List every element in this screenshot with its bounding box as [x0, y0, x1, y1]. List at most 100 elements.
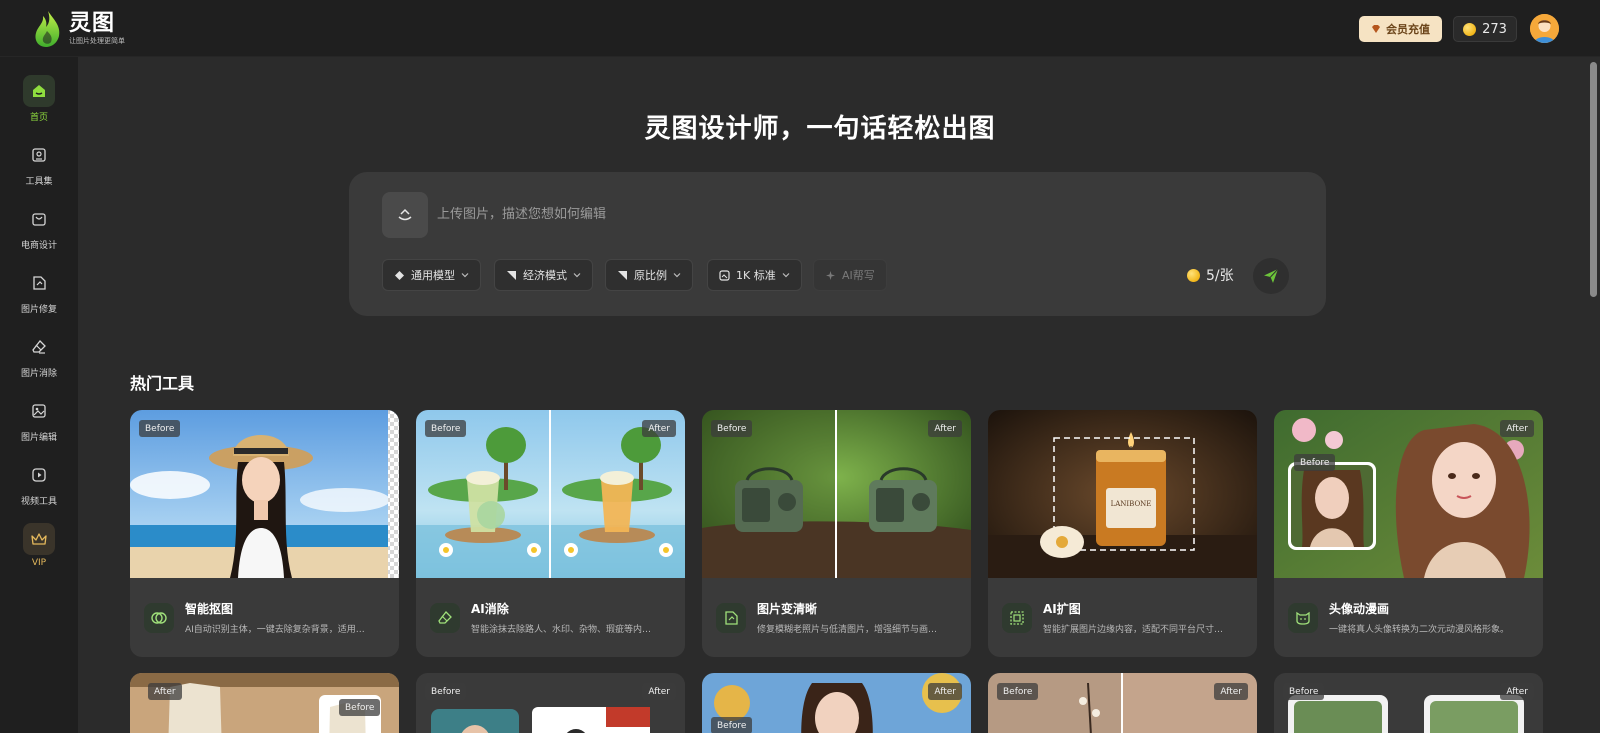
sidebar-item-label: 工具集 — [25, 177, 53, 187]
after-tag: After — [928, 683, 962, 700]
vip-recharge-label: 会员充值 — [1386, 23, 1430, 36]
sidebar-item-label: 图片编辑 — [20, 433, 57, 443]
tool-card-expand[interactable]: LANIBONE AI扩图 智能扩展图片边缘内容，适配不同平台尺寸… — [988, 410, 1257, 657]
sidebar-item-label: VIP — [31, 558, 47, 568]
card-title: 图片变清晰 — [757, 602, 818, 616]
ratio-select-label: 原比例 — [634, 269, 667, 282]
top-header: 灵图 让图片处理更简单 会员充值 273 — [0, 0, 1600, 57]
anime-icon — [1296, 611, 1310, 625]
sidebar-item-label: 图片消除 — [20, 369, 57, 379]
sidebar-item-ecommerce[interactable]: 电商设计 — [0, 203, 78, 263]
home-icon-wrap — [23, 75, 55, 107]
ratio-select[interactable]: 原比例 — [605, 259, 693, 291]
resolution-select[interactable]: 1K 标准 — [707, 259, 802, 291]
tool-card-anime-avatar[interactable]: After Before 头像动漫画 一键将真人头像转换为二次元动漫风格形象。 — [1274, 410, 1543, 657]
chevron-down-icon — [573, 273, 581, 278]
model-select-label: 通用模型 — [411, 269, 455, 282]
section-title-hot-tools: 热门工具 — [130, 374, 195, 393]
sidebar-item-label: 电商设计 — [20, 241, 57, 251]
prompt-panel: 通用模型 经济模式 原比例 1K 标准 AI帮写 5/张 — [349, 172, 1326, 316]
coin-count: 273 — [1482, 21, 1507, 37]
scrollbar-thumb[interactable] — [1590, 62, 1597, 297]
sidebar-item-label: 图片修复 — [20, 305, 57, 315]
mode-select-label: 经济模式 — [523, 269, 567, 282]
tool-card-enhance[interactable]: Before After 图片变清晰 修复模糊老照片与低清图片，增强细节与画… — [702, 410, 971, 657]
sidebar-item-video[interactable]: 视频工具 — [0, 459, 78, 519]
before-tag: Before — [1283, 683, 1325, 700]
card-description: 一键将真人头像转换为二次元动漫风格形象。 — [1329, 625, 1510, 635]
home-icon — [33, 85, 45, 97]
model-select[interactable]: 通用模型 — [382, 259, 481, 291]
mode-select[interactable]: 经济模式 — [494, 259, 593, 291]
crown-icon — [31, 533, 47, 545]
vip-recharge-button[interactable]: 会员充值 — [1359, 16, 1442, 42]
flame-logo-icon — [35, 11, 60, 47]
price-label: 5/张 — [1206, 268, 1234, 284]
upload-icon — [398, 208, 412, 221]
card-image: Before After — [416, 410, 685, 578]
before-tag: Before — [997, 683, 1039, 700]
before-tag: Before — [711, 717, 753, 733]
logo-subtitle: 让图片处理更简单 — [69, 37, 125, 45]
tool-card-row2-5[interactable]: Before After — [1274, 673, 1543, 733]
tool-card-row2-2[interactable]: Before After — [416, 673, 685, 733]
send-icon — [1264, 268, 1279, 283]
prompt-input[interactable] — [437, 200, 1037, 228]
ai-write-icon — [826, 270, 835, 280]
tool-card-cutout[interactable]: Before 智能抠图 AI自动识别主体，一键去除复杂背景，适用… — [130, 410, 399, 657]
before-tag: Before — [425, 683, 467, 700]
sidebar-item-eraser[interactable]: 图片消除 — [0, 331, 78, 391]
card-description: AI自动识别主体，一键去除复杂背景，适用… — [185, 625, 365, 635]
expand-icon — [1010, 611, 1024, 625]
sidebar-item-image-edit[interactable]: 图片编辑 — [0, 395, 78, 455]
upload-image-button[interactable] — [382, 192, 428, 238]
chevron-down-icon — [673, 273, 681, 278]
mode-icon — [507, 270, 516, 280]
after-tag: After — [148, 683, 182, 700]
card-image: Before After — [702, 410, 971, 578]
before-tag: Before — [425, 420, 467, 437]
tool-card-row2-4[interactable]: Before After — [988, 673, 1257, 733]
tool-card-row2-3[interactable]: After Before — [702, 673, 971, 733]
image-repair-icon — [33, 276, 46, 290]
before-tag: Before — [711, 420, 753, 437]
after-tag: After — [642, 683, 676, 700]
model-icon — [395, 270, 404, 280]
card-image: Before — [130, 410, 399, 578]
send-button[interactable] — [1253, 258, 1289, 294]
sidebar-item-vip[interactable]: VIP — [0, 523, 78, 583]
image-edit-icon — [32, 404, 46, 418]
card-image: After Before — [1274, 410, 1543, 578]
tool-card-row2-1[interactable]: After Before — [130, 673, 399, 733]
enhance-icon — [725, 611, 738, 625]
toolbox-icon — [32, 148, 46, 162]
chevron-down-icon — [461, 273, 469, 278]
card-description: 智能涂抹去除路人、水印、杂物、瑕疵等内… — [471, 625, 652, 635]
eraser-icon — [438, 611, 452, 624]
shopping-bag-icon — [32, 213, 46, 226]
sidebar: 首页 工具集 电商设计 图片修复 图片消除 图片编辑 视频工具 VIP — [0, 57, 78, 733]
page-title: 灵图设计师，一句话轻松出图 — [644, 114, 996, 144]
after-tag: After — [1500, 683, 1534, 700]
coin-balance[interactable]: 273 — [1453, 16, 1517, 42]
before-tag: Before — [339, 699, 381, 716]
sidebar-item-toolbox[interactable]: 工具集 — [0, 139, 78, 199]
sidebar-item-image-repair[interactable]: 图片修复 — [0, 267, 78, 327]
logo[interactable]: 灵图 让图片处理更简单 — [31, 9, 125, 49]
chevron-down-icon — [782, 273, 790, 278]
card-title: AI消除 — [471, 602, 509, 616]
after-tag: After — [1214, 683, 1248, 700]
logo-title: 灵图 — [69, 11, 116, 36]
coin-icon — [1187, 268, 1200, 282]
resolution-select-label: 1K 标准 — [736, 269, 776, 282]
gem-icon — [1372, 25, 1380, 33]
after-tag: After — [1500, 420, 1534, 437]
card-description: 智能扩展图片边缘内容，适配不同平台尺寸… — [1043, 625, 1224, 635]
ai-write-button[interactable]: AI帮写 — [813, 259, 887, 291]
card-title: AI扩图 — [1043, 602, 1081, 616]
tool-card-ai-erase[interactable]: Before After AI消除 智能涂抹去除路人、水印、杂物、瑕疵等内… — [416, 410, 685, 657]
user-avatar[interactable] — [1530, 14, 1559, 43]
coin-icon — [1463, 22, 1477, 36]
after-tag: After — [928, 420, 962, 437]
resolution-icon — [719, 269, 730, 281]
